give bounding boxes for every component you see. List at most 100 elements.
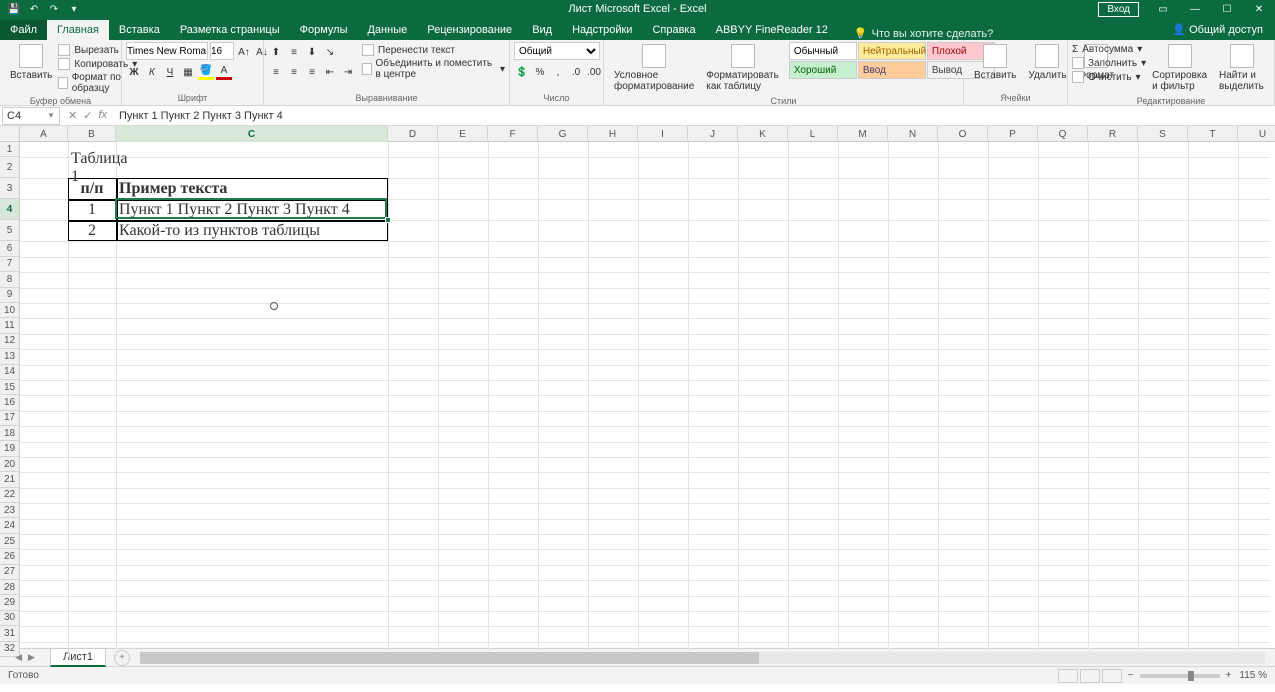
col-header[interactable]: S (1138, 126, 1188, 142)
row-header[interactable]: 26 (0, 549, 19, 564)
col-header[interactable]: J (688, 126, 738, 142)
row-header[interactable]: 15 (0, 380, 19, 395)
col-header[interactable]: G (538, 126, 588, 142)
tab-Рецензирование[interactable]: Рецензирование (417, 20, 522, 40)
spreadsheet-grid[interactable]: ABCDEFGHIJKLMNOPQRSTU 123456789101112131… (0, 126, 1275, 648)
qat-more-icon[interactable]: ▾ (66, 1, 82, 17)
tell-me[interactable]: 💡 Что вы хотите сделать? (854, 27, 993, 40)
cell-style[interactable]: Обычный (789, 42, 857, 60)
col-header[interactable]: L (788, 126, 838, 142)
bold-button[interactable]: Ж (126, 64, 142, 80)
minimize-icon[interactable]: — (1179, 0, 1211, 18)
tab-Вид[interactable]: Вид (522, 20, 562, 40)
zoom-out-icon[interactable]: − (1128, 670, 1134, 681)
share-button[interactable]: 👤 Общий доступ (1160, 19, 1275, 40)
tab-Справка[interactable]: Справка (642, 20, 705, 40)
row-header[interactable]: 31 (0, 626, 19, 641)
tab-ABBYY FineReader 12[interactable]: ABBYY FineReader 12 (706, 20, 838, 40)
view-layout-icon[interactable] (1080, 669, 1100, 683)
row-header[interactable]: 21 (0, 472, 19, 487)
row-header[interactable]: 13 (0, 349, 19, 364)
row-header[interactable]: 16 (0, 395, 19, 410)
view-pagebreak-icon[interactable] (1102, 669, 1122, 683)
align-center-icon[interactable]: ≡ (286, 64, 302, 80)
undo-icon[interactable]: ↶ (26, 1, 42, 17)
indent-inc-icon[interactable]: ⇥ (340, 64, 356, 80)
row-header[interactable]: 12 (0, 334, 19, 349)
cell-B4[interactable]: 1 (68, 199, 116, 220)
fill-color-button[interactable]: 🪣 (198, 64, 214, 80)
comma-icon[interactable]: , (550, 64, 566, 80)
insert-cells-button[interactable]: Вставить (968, 42, 1022, 83)
orient-icon[interactable]: ↘ (322, 44, 338, 60)
col-header[interactable]: O (938, 126, 988, 142)
row-header[interactable]: 25 (0, 534, 19, 549)
font-name-input[interactable] (126, 42, 208, 60)
indent-dec-icon[interactable]: ⇤ (322, 64, 338, 80)
row-header[interactable]: 29 (0, 595, 19, 610)
number-format-select[interactable]: Общий (514, 42, 600, 60)
view-normal-icon[interactable] (1058, 669, 1078, 683)
row-header[interactable]: 2 (0, 157, 19, 178)
align-left-icon[interactable]: ≡ (268, 64, 284, 80)
col-header[interactable]: P (988, 126, 1038, 142)
tab-Формулы[interactable]: Формулы (290, 20, 358, 40)
sort-filter-button[interactable]: Сортировка и фильтр (1146, 42, 1213, 94)
fill-handle[interactable] (385, 217, 391, 223)
inc-decimal-icon[interactable]: .0 (568, 64, 584, 80)
col-header[interactable]: Q (1038, 126, 1088, 142)
wrap-text-button[interactable]: Перенести текст (362, 44, 505, 56)
redo-icon[interactable]: ↷ (46, 1, 62, 17)
row-header[interactable]: 23 (0, 503, 19, 518)
find-select-button[interactable]: Найти и выделить (1213, 42, 1270, 94)
tab-Вставка[interactable]: Вставка (109, 20, 170, 40)
clear-button[interactable]: Очистить ▾ (1072, 71, 1146, 83)
close-icon[interactable]: ✕ (1243, 0, 1275, 18)
tab-Разметка страницы[interactable]: Разметка страницы (170, 20, 290, 40)
font-size-input[interactable] (210, 42, 234, 60)
align-top-icon[interactable]: ⬆ (268, 44, 284, 60)
cell-style[interactable]: Хороший (789, 61, 857, 79)
zoom-level[interactable]: 115 % (1231, 670, 1275, 681)
name-box[interactable]: C4▼ (2, 107, 60, 125)
cell-B3[interactable]: п/п (68, 178, 116, 199)
merge-center-button[interactable]: Объединить и поместить в центре ▾ (362, 58, 505, 80)
save-icon[interactable]: 💾 (6, 1, 22, 17)
row-header[interactable]: 5 (0, 220, 19, 241)
row-header[interactable]: 1 (0, 142, 19, 157)
cell-C5[interactable]: Какой-то из пунктов таблицы (116, 220, 388, 241)
col-header[interactable]: B (68, 126, 116, 142)
tab-file[interactable]: Файл (0, 20, 47, 40)
row-header[interactable]: 3 (0, 178, 19, 199)
row-header[interactable]: 4 (0, 199, 19, 220)
col-header[interactable]: I (638, 126, 688, 142)
grow-font-icon[interactable]: A↑ (236, 44, 252, 60)
currency-icon[interactable]: 💲 (514, 64, 530, 80)
row-header[interactable]: 6 (0, 241, 19, 256)
align-right-icon[interactable]: ≡ (304, 64, 320, 80)
fx-icon[interactable]: fx (98, 109, 107, 122)
cell-B5[interactable]: 2 (68, 220, 116, 241)
col-header[interactable]: N (888, 126, 938, 142)
horizontal-scrollbar[interactable] (140, 652, 1265, 664)
col-header[interactable]: U (1238, 126, 1275, 142)
row-header[interactable]: 7 (0, 257, 19, 272)
conditional-format-button[interactable]: Условное форматирование (608, 42, 700, 94)
row-headers[interactable]: 1234567891011121314151617181920212223242… (0, 142, 20, 657)
row-header[interactable]: 11 (0, 318, 19, 333)
delete-cells-button[interactable]: Удалить (1022, 42, 1072, 83)
underline-button[interactable]: Ч (162, 64, 178, 80)
row-header[interactable]: 14 (0, 365, 19, 380)
row-header[interactable]: 17 (0, 411, 19, 426)
cancel-formula-icon[interactable]: ✕ (68, 109, 77, 122)
row-header[interactable]: 9 (0, 288, 19, 303)
cell-style[interactable]: Ввод (858, 61, 926, 79)
formula-input[interactable]: Пункт 1 Пункт 2 Пункт 3 Пункт 4 (115, 110, 1275, 122)
col-header[interactable]: T (1188, 126, 1238, 142)
row-header[interactable]: 18 (0, 426, 19, 441)
select-all-corner[interactable] (0, 126, 20, 142)
col-header[interactable]: M (838, 126, 888, 142)
row-header[interactable]: 20 (0, 457, 19, 472)
login-button[interactable]: Вход (1098, 2, 1139, 17)
enter-formula-icon[interactable]: ✓ (83, 109, 92, 122)
